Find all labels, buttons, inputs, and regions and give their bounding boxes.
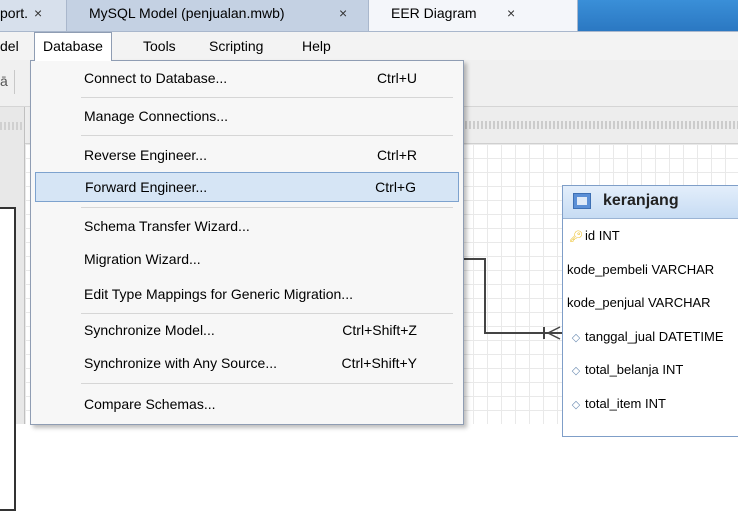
menu-item-manage-connections[interactable]: Manage Connections...	[35, 101, 459, 131]
menu-item-synchronize-model[interactable]: Synchronize Model... Ctrl+Shift+Z	[35, 315, 459, 345]
menu-item-shortcut: Ctrl+R	[376, 147, 417, 163]
menu-item-label: Edit Type Mappings for Generic Migration…	[84, 286, 353, 302]
menu-item-forward-engineer[interactable]: Forward Engineer... Ctrl+G	[35, 172, 459, 202]
entity-column[interactable]: ◇ total_item INT	[563, 387, 738, 421]
menu-item-label: Migration Wizard...	[84, 251, 201, 267]
menu-bar: del Database Tools Scripting Help	[0, 32, 738, 61]
menu-item-label: Compare Schemas...	[84, 396, 216, 412]
column-text: kode_pembeli VARCHAR	[567, 261, 715, 277]
canvas-header-grip[interactable]	[465, 121, 738, 129]
menu-tools[interactable]: Tools	[135, 32, 184, 60]
entity-title: keranjang	[603, 192, 679, 209]
menu-item-shortcut: Ctrl+G	[375, 179, 416, 195]
close-icon[interactable]: ×	[34, 0, 42, 27]
column-text: id INT	[585, 228, 620, 243]
toolbar-button-icon[interactable]: ā	[0, 73, 8, 89]
menu-item-compare-schemas[interactable]: Compare Schemas...	[35, 389, 459, 419]
tab-mysql-model[interactable]: MySQL Model (penjualan.mwb) ×	[66, 0, 368, 31]
diamond-icon: ◇	[571, 365, 581, 377]
panel-frame	[0, 207, 16, 511]
menu-item-label: Connect to Database...	[84, 70, 228, 86]
menu-item-reverse-engineer[interactable]: Reverse Engineer... Ctrl+R	[35, 140, 459, 170]
entity-column[interactable]: kode_penjual VARCHAR	[563, 286, 738, 320]
menu-item-label: Forward Engineer...	[85, 179, 208, 195]
column-text: tanggal_jual DATETIME	[585, 328, 724, 344]
relationship-line[interactable]	[484, 258, 486, 334]
column-text: kode_penjual VARCHAR	[567, 295, 711, 310]
menu-item-label: Reverse Engineer...	[84, 147, 207, 163]
menu-item-label: Schema Transfer Wizard...	[84, 218, 250, 234]
tab-port[interactable]: port. ×	[0, 0, 66, 31]
menu-database[interactable]: Database	[34, 32, 112, 61]
menu-item-label: Synchronize Model...	[84, 322, 215, 338]
tab-eer-diagram[interactable]: EER Diagram ×	[368, 0, 578, 31]
menu-item-connect-to-database[interactable]: Connect to Database... Ctrl+U	[35, 63, 459, 93]
panel-grip[interactable]	[0, 122, 24, 130]
close-icon[interactable]: ×	[339, 0, 347, 27]
menu-separator	[81, 207, 453, 208]
entity-column[interactable]: ◇ total_belanja INT	[563, 353, 738, 387]
menu-separator	[81, 97, 453, 98]
column-text: total_item INT	[585, 395, 666, 411]
left-sidebar-panel	[0, 107, 25, 511]
menu-item-schema-transfer-wizard[interactable]: Schema Transfer Wizard...	[35, 211, 459, 241]
diamond-icon: ◇	[571, 331, 581, 344]
menu-scripting[interactable]: Scripting	[201, 32, 271, 60]
table-icon	[573, 193, 591, 209]
entity-column[interactable]: kode_pembeli VARCHAR	[563, 253, 738, 287]
menu-item-shortcut: Ctrl+Shift+Z	[342, 322, 417, 338]
key-icon: 🔑︎	[569, 231, 583, 243]
document-tab-strip: port. × MySQL Model (penjualan.mwb) × EE…	[0, 0, 738, 32]
entity-header[interactable]: keranjang	[563, 186, 738, 219]
menu-help[interactable]: Help	[294, 32, 339, 60]
diamond-icon: ◇	[571, 398, 581, 411]
menu-item-shortcut: Ctrl+U	[376, 70, 417, 86]
menu-item-edit-type-mappings[interactable]: Edit Type Mappings for Generic Migration…	[35, 279, 459, 309]
menu-item-label: Synchronize with Any Source...	[84, 355, 277, 371]
tab-label: port.	[0, 5, 29, 21]
menu-item-label: Manage Connections...	[84, 108, 228, 124]
menu-item-migration-wizard[interactable]: Migration Wizard...	[35, 244, 459, 274]
menu-separator	[81, 135, 453, 136]
close-icon[interactable]: ×	[507, 0, 515, 27]
database-dropdown-menu: Connect to Database... Ctrl+U Manage Con…	[30, 60, 464, 425]
entity-table-keranjang[interactable]: keranjang 🔑︎ id INT kode_pembeli VARCHAR …	[562, 185, 738, 437]
tab-strip-fill	[578, 0, 738, 31]
menu-separator	[81, 383, 453, 384]
toolbar-separator	[14, 70, 15, 94]
column-text: total_belanja INT	[585, 362, 684, 377]
menu-model[interactable]: del	[0, 32, 27, 60]
crows-foot-icon	[543, 326, 562, 340]
entity-column[interactable]: ◇ tanggal_jual DATETIME	[563, 320, 738, 354]
menu-item-shortcut: Ctrl+Shift+Y	[341, 355, 417, 371]
entity-column[interactable]: 🔑︎ id INT	[563, 219, 738, 253]
relationship-line[interactable]	[462, 258, 486, 260]
tab-label: MySQL Model (penjualan.mwb)	[89, 5, 285, 21]
tab-label: EER Diagram	[391, 5, 477, 21]
menu-item-synchronize-with-any-source[interactable]: Synchronize with Any Source... Ctrl+Shif…	[35, 348, 459, 378]
menu-separator	[81, 313, 453, 314]
